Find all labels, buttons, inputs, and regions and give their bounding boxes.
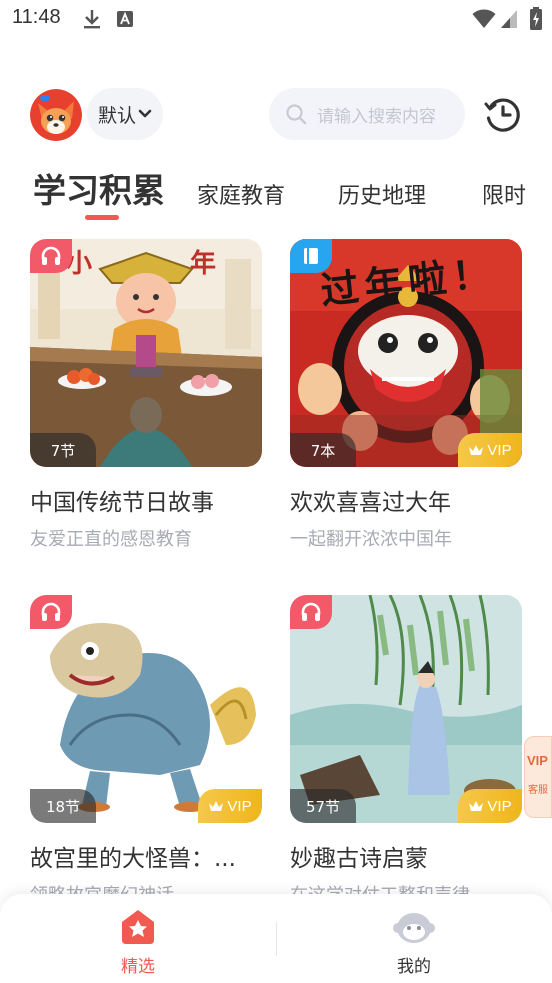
book-icon: [304, 248, 318, 264]
tab-limited-time[interactable]: 限时: [482, 178, 526, 210]
book-type-badge: [290, 239, 332, 273]
search-icon: [286, 104, 307, 125]
course-subtitle: 友爱正直的感恩教育: [30, 529, 192, 550]
cover-text-right: 年: [190, 249, 217, 279]
history-clock-icon[interactable]: [484, 96, 522, 134]
nav-mine[interactable]: 我的: [354, 908, 474, 977]
episode-count-badge: 7本: [290, 433, 356, 467]
mode-label: 默认: [97, 104, 136, 127]
vip-label: VIP: [487, 441, 512, 459]
tab-history-geography[interactable]: 历史地理: [338, 178, 426, 210]
tab-learning[interactable]: 学习积累: [33, 164, 165, 212]
episode-count-badge: 7节: [30, 433, 96, 467]
course-card[interactable]: 过年啦！ 7本 VIP 欢欢喜喜过大年 一起翻开浓浓中国年: [290, 239, 522, 551]
floating-vip-promo[interactable]: VIP 客服: [524, 736, 552, 818]
nav-featured[interactable]: 精选: [78, 908, 198, 977]
nav-label: 精选: [121, 957, 155, 977]
nav-divider: [276, 922, 277, 956]
active-tab-indicator: [85, 215, 119, 220]
course-title[interactable]: 妙趣古诗启蒙: [290, 839, 522, 873]
battery-charging-icon: [530, 7, 542, 30]
signal-icon: [501, 10, 517, 28]
search-placeholder: 请输入搜索内容: [317, 106, 436, 127]
vip-label: VIP: [487, 797, 512, 815]
bottom-navigation: 精选 我的: [0, 894, 552, 983]
course-cover[interactable]: 57节 VIP: [290, 595, 522, 823]
course-title[interactable]: 中国传统节日故事: [30, 483, 262, 517]
course-card[interactable]: 小 年 7节 中国传统节日故事 友爱正直的感恩教育: [30, 239, 262, 551]
course-card[interactable]: 57节 VIP 妙趣古诗启蒙 在这学对仗工整和声律: [290, 595, 522, 907]
vip-badge: VIP: [458, 433, 522, 467]
course-cover[interactable]: 小 年 7节: [30, 239, 262, 467]
search-input[interactable]: 请输入搜索内容: [269, 88, 465, 140]
crown-icon: [209, 801, 224, 811]
promo-vip-text: VIP: [527, 753, 548, 768]
download-icon: [84, 10, 100, 29]
course-cover[interactable]: 18节 VIP: [30, 595, 262, 823]
home-featured-icon: [122, 910, 154, 944]
course-cover[interactable]: 过年啦！ 7本 VIP: [290, 239, 522, 467]
audio-type-badge: [30, 239, 72, 273]
course-card[interactable]: 18节 VIP 故宫里的大怪兽：... 领略故宫魔幻神话: [30, 595, 262, 907]
mode-dropdown[interactable]: 默认: [87, 88, 163, 140]
a-notification-icon: [117, 11, 133, 27]
category-tabs: 学习积累 家庭教育 历史地理 限时: [0, 160, 552, 220]
episode-count-badge: 18节: [30, 789, 96, 823]
nav-label: 我的: [397, 957, 431, 977]
tab-family-education[interactable]: 家庭教育: [197, 178, 285, 210]
profile-icon: [393, 913, 435, 943]
course-title[interactable]: 欢欢喜喜过大年: [290, 483, 522, 517]
headphones-icon: [301, 602, 321, 621]
course-title[interactable]: 故宫里的大怪兽：...: [30, 839, 262, 873]
status-time: 11:48: [12, 6, 61, 28]
crown-icon: [469, 445, 484, 455]
wifi-icon: [472, 9, 496, 28]
headphones-icon: [41, 602, 61, 621]
vip-badge: VIP: [458, 789, 522, 823]
vip-label: VIP: [227, 797, 252, 815]
episode-count-badge: 57节: [290, 789, 356, 823]
fox-mascot-icon: [30, 89, 82, 141]
user-avatar[interactable]: [30, 89, 82, 141]
promo-service-text: 客服: [528, 785, 548, 796]
audio-type-badge: [290, 595, 332, 629]
chevron-down-icon: [138, 109, 152, 118]
status-bar: 11:48: [0, 0, 552, 38]
course-subtitle: 一起翻开浓浓中国年: [290, 529, 452, 550]
vip-badge: VIP: [198, 789, 262, 823]
audio-type-badge: [30, 595, 72, 629]
crown-icon: [469, 801, 484, 811]
headphones-icon: [41, 246, 61, 265]
